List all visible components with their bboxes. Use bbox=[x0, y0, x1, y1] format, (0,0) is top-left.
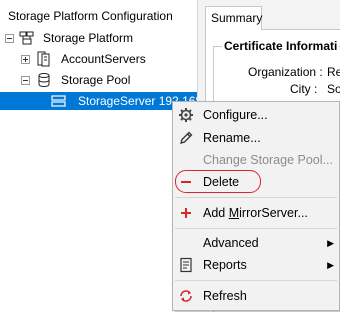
report-icon bbox=[180, 257, 192, 273]
menu-item-label: Add MirrorServer... bbox=[203, 206, 308, 220]
refresh-icon bbox=[180, 290, 192, 302]
tree-node-storage-platform[interactable]: Storage Platform bbox=[0, 29, 197, 47]
delete-highlight-oval bbox=[175, 170, 261, 193]
tree-node-label: AccountServers bbox=[61, 52, 146, 66]
menu-item-label: Reports bbox=[203, 258, 247, 272]
menu-item-reports[interactable]: Reports ▶ bbox=[173, 254, 339, 276]
menu-item-refresh[interactable]: Refresh bbox=[173, 285, 339, 307]
tree-node-account-servers[interactable]: AccountServers bbox=[0, 50, 197, 68]
storage-platform-icon bbox=[19, 31, 34, 45]
plus-icon bbox=[181, 208, 191, 218]
menu-item-label: Change Storage Pool... bbox=[203, 153, 333, 167]
tree-node-storage-pool[interactable]: Storage Pool bbox=[0, 71, 197, 89]
group-title: Certificate Informati bbox=[222, 39, 340, 53]
menu-item-label: Advanced bbox=[203, 236, 259, 250]
menu-item-label: Configure... bbox=[203, 108, 268, 122]
tree-node-storage-server[interactable]: StorageServer 192.168 bbox=[0, 92, 202, 110]
menu-item-rename[interactable]: Rename... bbox=[173, 127, 339, 149]
gear-icon bbox=[179, 108, 193, 122]
tab-label: Summary bbox=[211, 11, 263, 25]
mnemonic-underline: M bbox=[228, 206, 240, 220]
menu-separator bbox=[175, 228, 337, 229]
tab-summary[interactable]: Summary bbox=[205, 6, 262, 30]
field-value-city: So bbox=[327, 82, 340, 96]
tree-node-label: Storage Platform bbox=[43, 31, 134, 45]
pencil-icon bbox=[180, 131, 193, 144]
submenu-arrow-icon: ▶ bbox=[327, 238, 334, 248]
context-menu: Configure... Rename... Change Storage Po… bbox=[172, 101, 340, 311]
field-value-organization: Re bbox=[327, 65, 340, 79]
tree-node-label: Storage Pool bbox=[61, 73, 131, 87]
collapse-icon[interactable] bbox=[21, 76, 30, 85]
server-group-icon bbox=[37, 51, 50, 67]
field-label-organization: Organization : bbox=[248, 65, 323, 79]
menu-item-add-mirror-server[interactable]: Add MirrorServer... bbox=[173, 202, 339, 224]
pane-header: Storage Platform Configuration bbox=[8, 9, 173, 23]
menu-separator bbox=[175, 197, 337, 198]
expand-icon[interactable] bbox=[21, 55, 30, 64]
submenu-arrow-icon: ▶ bbox=[327, 260, 334, 270]
collapse-icon[interactable] bbox=[5, 34, 14, 43]
menu-item-change-storage-pool: Change Storage Pool... bbox=[173, 149, 339, 171]
database-icon bbox=[38, 73, 50, 87]
menu-item-label: Refresh bbox=[203, 289, 247, 303]
server-icon bbox=[51, 95, 66, 107]
menu-item-configure[interactable]: Configure... bbox=[173, 104, 339, 126]
menu-separator bbox=[175, 280, 337, 281]
field-label-city: City : bbox=[290, 82, 318, 96]
menu-item-label: Rename... bbox=[203, 131, 261, 145]
menu-item-advanced[interactable]: Advanced ▶ bbox=[173, 232, 339, 254]
